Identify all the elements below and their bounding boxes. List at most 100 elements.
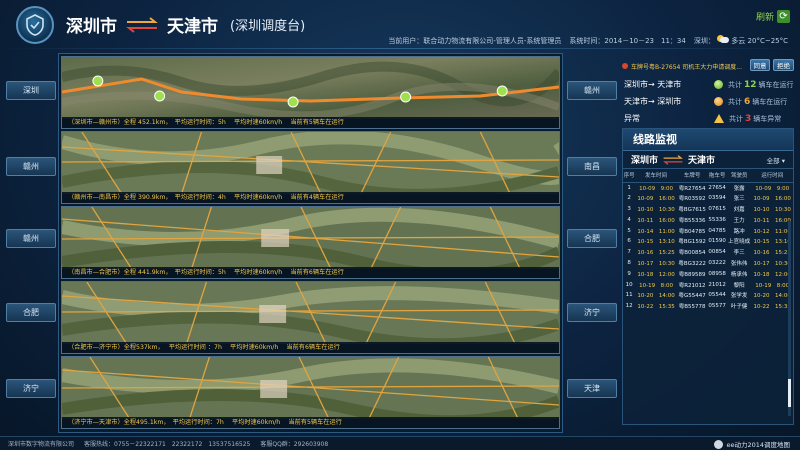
cell-driver: 王力	[733, 217, 745, 224]
column-header[interactable]: 驾驶员	[726, 169, 752, 183]
column-header[interactable]: 序号	[623, 169, 636, 183]
agree-button[interactable]: 同意	[750, 59, 770, 71]
cell-seq: 10	[625, 281, 633, 288]
cell-plate: 粤BG7615	[678, 206, 706, 213]
footer-brand: ee动力2014调度地图	[714, 439, 790, 449]
map-segment-2[interactable]: （南昌市—合肥市）全程 441.9km， 平均运行时间：5h 平均时速60km/…	[61, 206, 560, 279]
cell-seq: 9	[627, 270, 631, 277]
summary-row-return[interactable]: 天津市→ 深圳市 共计 6 辆车在运行	[624, 93, 794, 110]
column-header[interactable]: 发车时间	[635, 169, 677, 183]
temperature: 20°C~25°C	[747, 37, 788, 45]
map-segment-3[interactable]: （合肥市—济宁市）全程537km， 平均运行时间 ：7h 平均时速60km/h …	[61, 281, 560, 354]
status-green-icon	[714, 80, 723, 89]
city-button-left-3[interactable]: 合肥	[6, 303, 56, 322]
current-user: 当前用户：联合动力物流有限公司-管理人员-系统管理员	[388, 36, 562, 45]
summary-row-outbound[interactable]: 深圳市→ 天津市 共计 12 辆车在运行	[624, 76, 794, 93]
cell-plate: 粤G55447	[678, 293, 706, 300]
road-map	[62, 132, 559, 194]
cell-trailer: 05577	[708, 303, 726, 310]
filter-dropdown[interactable]: 全部 ▾	[767, 155, 785, 165]
segment-caption: （深圳市—赣州市）全程 452.1km， 平均运行时间：5h 平均时速60km/…	[62, 117, 559, 128]
table-row[interactable]: 5 10-14 11:00 粤B04785 04785 路冲 10-12 11:00	[623, 225, 793, 236]
cell-runtime: 10-10 10:30	[753, 206, 791, 213]
cell-plate: 粤R27654	[678, 185, 706, 192]
cell-seq: 3	[627, 205, 631, 212]
reject-button[interactable]: 拒绝	[773, 59, 794, 71]
cell-runtime: 10-15 13:10	[753, 239, 791, 246]
cell-driver: 张露	[733, 185, 745, 192]
city-button-left-2[interactable]: 赣州	[6, 229, 56, 248]
cell-departure: 10-10 10:30	[637, 206, 675, 213]
city-button-right-2[interactable]: 合肥	[567, 229, 617, 248]
table-row[interactable]: 12 10-22 15:35 粤B55778 05577 叶子健 10-22 15:35	[623, 301, 793, 312]
column-header[interactable]: 运行时间	[751, 169, 793, 183]
map-segment-1[interactable]: （赣州市—南昌市）全程 390.9km， 平均运行时间：4h 平均时速60km/…	[61, 131, 560, 204]
city-button-left-1[interactable]: 赣州	[6, 157, 56, 176]
cell-seq: 11	[625, 292, 633, 299]
table-row[interactable]: 2 10-09 16:00 粤R03592 03594 张三 10-09 16:00	[623, 193, 793, 204]
cell-trailer: 00854	[708, 249, 726, 256]
cell-trailer: 27654	[708, 184, 726, 191]
table-row[interactable]: 1 10-09 9:00 粤R27654 27654 张露 10-09 9:00	[623, 182, 793, 193]
footer-hotline: 客服热线：0755－22322171 22322172 13537516525	[84, 441, 251, 448]
city-button-right-1[interactable]: 南昌	[567, 157, 617, 176]
swap-arrows-icon[interactable]	[125, 16, 159, 33]
cell-trailer: 01590	[708, 238, 726, 245]
segment-caption: （赣州市—南昌市）全程 390.9km， 平均运行时间：4h 平均时速60km/…	[62, 192, 559, 203]
cell-driver: 李三	[733, 250, 745, 257]
cell-trailer: 07615	[708, 205, 726, 212]
cell-runtime: 10-20 14:00	[753, 293, 791, 300]
summary-suffix: 辆车在运行	[758, 80, 794, 89]
route-map-panel: （深圳市—赣州市）全程 452.1km， 平均运行时间：5h 平均时速60km/…	[58, 53, 563, 433]
map-segment-0[interactable]: （深圳市—赣州市）全程 452.1km， 平均运行时间：5h 平均时速60km/…	[61, 56, 560, 129]
refresh-button[interactable]: 刷新 ⟳	[756, 10, 790, 23]
table-row[interactable]: 10 10-19 8:00 粤R21012 21012 黎阳 10-19 8:00	[623, 279, 793, 290]
cell-plate: 粤B89589	[678, 271, 706, 278]
city-button-right-4[interactable]: 天津	[567, 379, 617, 398]
cell-driver: 叶子健	[730, 304, 748, 311]
refresh-label: 刷新	[755, 13, 774, 23]
summary-row-abnormal[interactable]: 异常 共计 3 辆车异常	[624, 110, 794, 127]
table-row[interactable]: 8 10-17 10:30 粤BG3222 03222 张伟伟 10-17 10:30	[623, 258, 793, 269]
table-row[interactable]: 4 10-11 16:00 粤B55336 55336 王力 10-11 16:00	[623, 214, 793, 225]
app-logo-icon	[16, 6, 54, 44]
table-row[interactable]: 3 10-10 10:30 粤BG7615 07615 刘嘉 10-10 10:30	[623, 204, 793, 215]
column-header[interactable]: 车牌号	[676, 169, 708, 183]
cell-plate: 粤BG3222	[678, 260, 706, 267]
header: 深圳市 天津市 (深圳调度台) 刷新 ⟳ 当前用户：联合动力物流有限公司-管理人…	[0, 0, 800, 50]
column-header[interactable]: 拖车号	[707, 169, 727, 183]
city-button-left-0[interactable]: 深圳	[6, 81, 56, 100]
cell-driver: 杨承伟	[730, 271, 748, 278]
road-map	[62, 282, 559, 344]
cell-trailer: 55336	[708, 216, 726, 223]
cell-plate: 粤B04785	[678, 228, 706, 235]
cell-trailer: 04785	[708, 227, 726, 234]
cell-runtime: 10-09 9:00	[755, 185, 790, 192]
warning-icon	[714, 114, 724, 123]
table-row[interactable]: 6 10-15 13:10 粤BG1592 01590 上官晓成 10-15 13:10	[623, 236, 793, 247]
table-scroll-thumb[interactable]	[788, 379, 791, 407]
summary-count: 6	[744, 96, 751, 107]
cell-plate: 粤B55336	[678, 217, 706, 224]
summary-label: 深圳市→ 天津市	[624, 80, 682, 89]
cell-seq: 12	[625, 303, 633, 310]
table-row[interactable]: 9 10-18 12:00 粤B89589 08958 杨承伟 10-18 12:00	[623, 268, 793, 279]
summary-label: 天津市→ 深圳市	[624, 97, 682, 106]
map-segment-4[interactable]: （济宁市—天津市）全程495.1km， 平均运行时间：7h 平均时速60km/h…	[61, 356, 560, 429]
table-header-row: 序号 发车时间 车牌号 拖车号 驾驶员 运行时间	[623, 169, 793, 183]
table-row[interactable]: 11 10-20 14:00 粤G55447 05544 张学发 10-20 14:00	[623, 290, 793, 301]
cell-driver: 刘嘉	[733, 206, 745, 213]
summary-suffix: 辆车在运行	[752, 97, 788, 106]
summary-prefix: 共计	[728, 80, 742, 89]
cell-plate: 粤BG1592	[678, 239, 706, 246]
cell-runtime: 10-22 15:35	[753, 304, 791, 311]
city-button-right-0[interactable]: 赣州	[567, 81, 617, 100]
city-button-left-4[interactable]: 济宁	[6, 379, 56, 398]
cell-departure: 10-19 8:00	[639, 282, 673, 289]
cell-driver: 上官晓成	[728, 239, 751, 246]
table-row[interactable]: 7 10-16 15:25 粤B00854 00854 李三 10-16 15:25	[623, 247, 793, 258]
summary-prefix: 共计	[729, 114, 743, 123]
city-button-right-3[interactable]: 济宁	[567, 303, 617, 322]
cell-seq: 7	[627, 249, 631, 256]
status-orange-icon	[714, 97, 723, 106]
